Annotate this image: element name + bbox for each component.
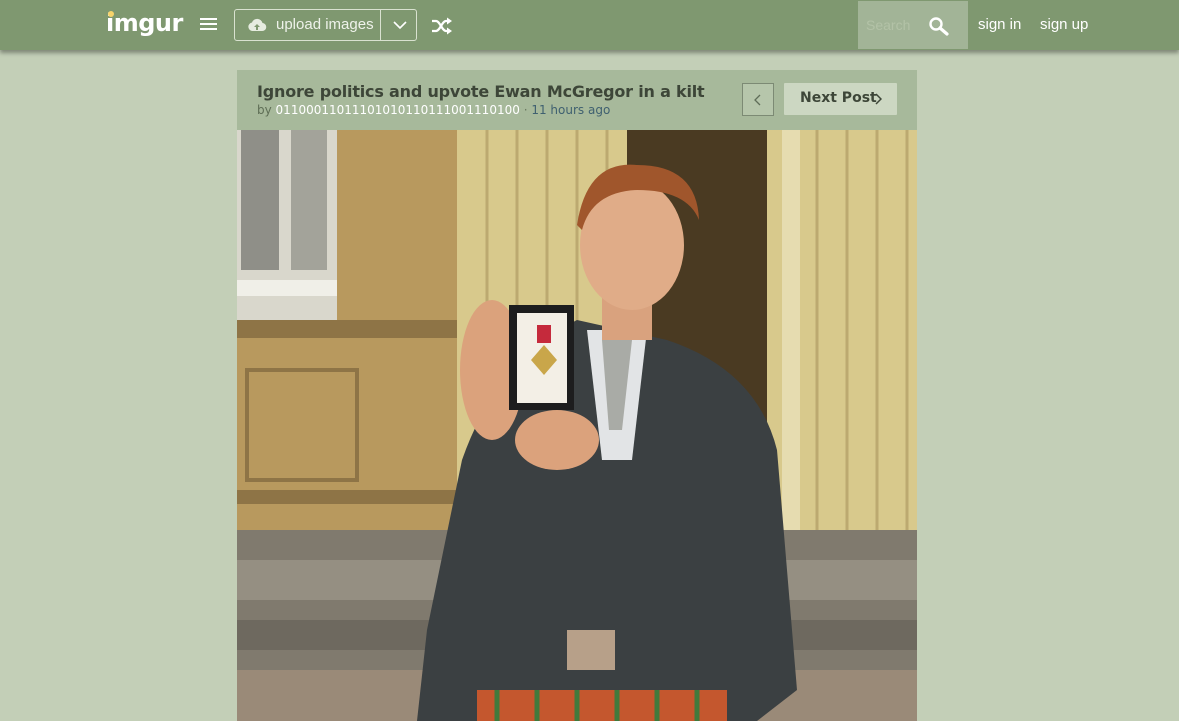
random-shuffle-icon[interactable] — [431, 17, 453, 35]
sign-up-link[interactable]: sign up — [1040, 16, 1088, 33]
chevron-down-icon — [393, 21, 407, 30]
post-author-link[interactable]: 01100011011101010110111001110100 — [276, 103, 520, 117]
next-post-label: Next Post — [800, 90, 877, 106]
upload-group: upload images — [234, 9, 417, 41]
post-title: Ignore politics and upvote Ewan McGregor… — [257, 82, 705, 101]
hamburger-menu-icon[interactable] — [200, 18, 220, 32]
search-box[interactable] — [858, 1, 968, 49]
post-meta: by 01100011011101010110111001110100 · 11… — [257, 103, 610, 117]
post-container: Ignore politics and upvote Ewan McGregor… — [237, 70, 917, 721]
previous-post-button[interactable] — [742, 83, 774, 116]
next-post-button[interactable]: Next Post — [784, 83, 897, 115]
post-image[interactable] — [237, 130, 917, 721]
cloud-upload-icon — [248, 18, 267, 32]
search-input[interactable] — [866, 15, 924, 35]
search-icon[interactable] — [928, 16, 950, 36]
logo-dot-icon — [108, 11, 114, 17]
post-header: Ignore politics and upvote Ewan McGregor… — [237, 70, 917, 130]
upload-dropdown-button[interactable] — [382, 10, 417, 40]
chevron-left-icon — [754, 94, 761, 106]
top-bar: imgur upload images sign in s — [0, 0, 1179, 50]
post-time: 11 hours ago — [531, 103, 611, 117]
sign-in-link[interactable]: sign in — [978, 16, 1021, 33]
meta-separator: · — [523, 103, 528, 117]
upload-images-button[interactable]: upload images — [235, 10, 381, 40]
upload-images-label: upload images — [276, 16, 374, 33]
by-label: by — [257, 103, 272, 117]
imgur-logo[interactable]: imgur — [106, 9, 183, 37]
chevron-right-icon — [875, 93, 882, 105]
